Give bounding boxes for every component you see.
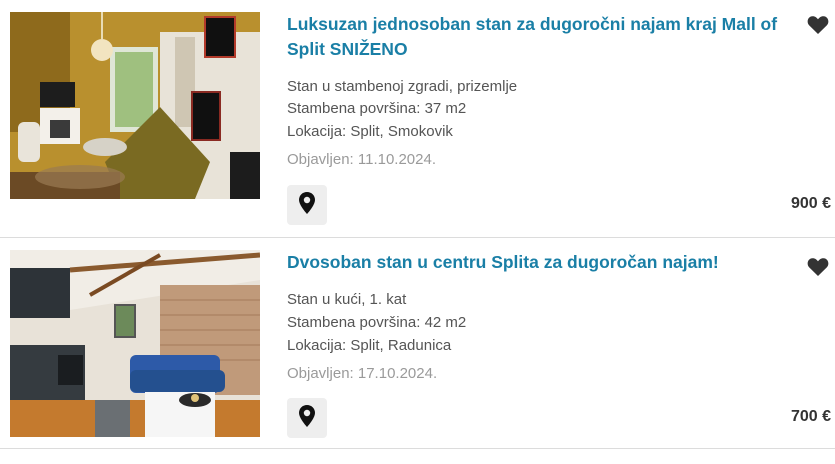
divider (0, 448, 835, 449)
listing-date: Objavljen: 17.10.2024. (287, 365, 438, 382)
map-pin-icon (299, 191, 315, 219)
listing-card[interactable]: Luksuzan jednosoban stan za dugoročni na… (0, 0, 835, 226)
listing-type: Stan u stambenoj zgradi, prizemlje (287, 78, 518, 95)
heart-icon[interactable] (807, 257, 829, 277)
listing-location: Lokacija: Split, Smokovik (287, 123, 453, 140)
listing-photo[interactable] (10, 12, 260, 199)
map-pin-icon (299, 404, 315, 432)
heart-icon[interactable] (807, 15, 829, 35)
listing-location: Lokacija: Split, Radunica (287, 337, 452, 354)
listing-title[interactable]: Luksuzan jednosoban stan za dugoročni na… (287, 12, 792, 62)
listing-price: 900 € (790, 195, 831, 212)
listing-date: Objavljen: 11.10.2024. (287, 151, 436, 168)
listing-area: Stambena površina: 37 m2 (287, 100, 467, 117)
listing-photo[interactable] (10, 250, 260, 437)
listing-area: Stambena površina: 42 m2 (287, 314, 467, 331)
listing-card[interactable]: Dvosoban stan u centru Splita za dugoroč… (0, 238, 835, 464)
map-button[interactable] (287, 185, 327, 225)
listing-type: Stan u kući, 1. kat (287, 291, 407, 308)
listing-title[interactable]: Dvosoban stan u centru Splita za dugoroč… (287, 250, 792, 275)
map-button[interactable] (287, 398, 327, 438)
listing-price: 700 € (790, 408, 831, 425)
